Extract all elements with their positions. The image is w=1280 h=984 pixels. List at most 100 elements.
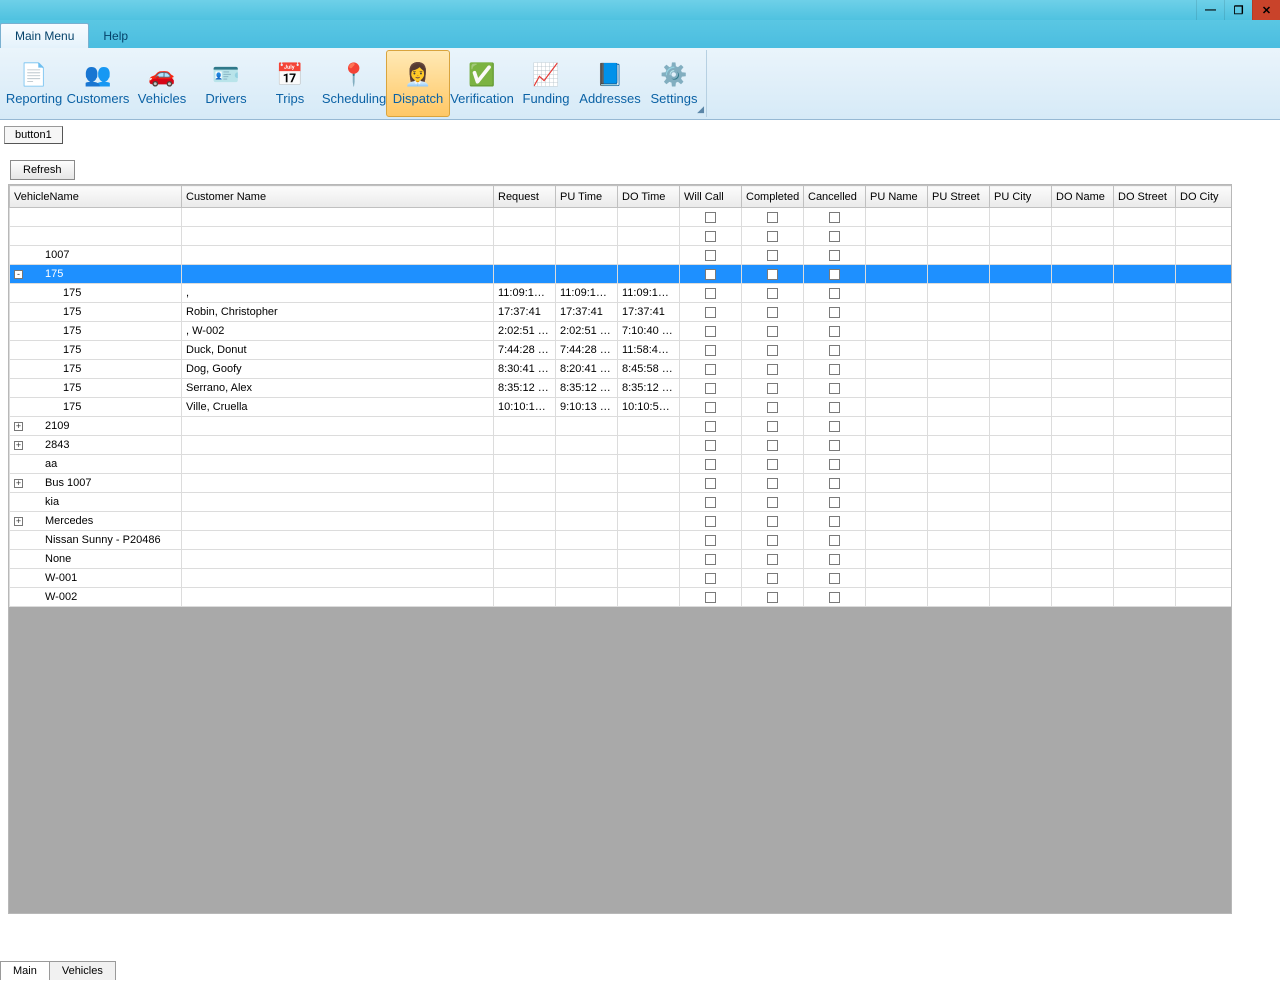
checkbox[interactable] <box>767 288 778 299</box>
ribbon-funding-button[interactable]: 📈Funding <box>514 50 578 117</box>
checkbox[interactable] <box>767 383 778 394</box>
table-row[interactable]: 175Serrano, Alex8:35:12 PM8:35:12 PM8:35… <box>10 379 1233 398</box>
checkbox[interactable] <box>829 554 840 565</box>
table-row[interactable]: Nissan Sunny - P20486 <box>10 531 1233 550</box>
refresh-button[interactable]: Refresh <box>10 160 75 180</box>
checkbox[interactable] <box>829 231 840 242</box>
checkbox[interactable] <box>705 592 716 603</box>
table-row[interactable]: aa <box>10 455 1233 474</box>
col-header[interactable]: Completed <box>742 186 804 208</box>
checkbox[interactable] <box>829 326 840 337</box>
checkbox[interactable] <box>767 478 778 489</box>
checkbox[interactable] <box>829 459 840 470</box>
ribbon-drivers-button[interactable]: 🪪Drivers <box>194 50 258 117</box>
checkbox[interactable] <box>705 573 716 584</box>
checkbox[interactable] <box>705 307 716 318</box>
checkbox[interactable] <box>829 345 840 356</box>
table-row[interactable]: +2109 <box>10 417 1233 436</box>
table-row[interactable]: 1007 <box>10 246 1233 265</box>
checkbox[interactable] <box>767 573 778 584</box>
checkbox[interactable] <box>829 269 840 280</box>
checkbox[interactable] <box>767 497 778 508</box>
checkbox[interactable] <box>705 288 716 299</box>
ribbon-addresses-button[interactable]: 📘Addresses <box>578 50 642 117</box>
checkbox[interactable] <box>705 459 716 470</box>
checkbox[interactable] <box>705 402 716 413</box>
col-header[interactable]: DO City <box>1176 186 1233 208</box>
checkbox[interactable] <box>705 497 716 508</box>
checkbox[interactable] <box>767 326 778 337</box>
checkbox[interactable] <box>705 516 716 527</box>
col-header[interactable]: PU Street <box>928 186 990 208</box>
checkbox[interactable] <box>829 497 840 508</box>
checkbox[interactable] <box>829 402 840 413</box>
table-row[interactable]: 175, W-0022:02:51 PM2:02:51 PM7:10:40 PM <box>10 322 1233 341</box>
ribbon-reporting-button[interactable]: 📄Reporting <box>2 50 66 117</box>
checkbox[interactable] <box>705 326 716 337</box>
col-header[interactable]: PU Name <box>866 186 928 208</box>
tab-help[interactable]: Help <box>89 24 142 48</box>
table-row[interactable]: 175Duck, Donut7:44:28 PM7:44:28 PM11:58:… <box>10 341 1233 360</box>
col-header[interactable]: Request <box>494 186 556 208</box>
expand-icon[interactable]: + <box>14 479 23 488</box>
checkbox[interactable] <box>767 440 778 451</box>
restore-button[interactable]: ❐ <box>1224 0 1252 20</box>
checkbox[interactable] <box>829 383 840 394</box>
col-header[interactable]: DO Street <box>1114 186 1176 208</box>
dispatch-grid[interactable]: VehicleNameCustomer NameRequestPU TimeDO… <box>8 184 1232 914</box>
expand-icon[interactable]: + <box>14 517 23 526</box>
checkbox[interactable] <box>767 421 778 432</box>
button1[interactable]: button1 <box>4 126 63 144</box>
minimize-button[interactable]: — <box>1196 0 1224 20</box>
table-row[interactable]: +Mercedes <box>10 512 1233 531</box>
checkbox[interactable] <box>767 364 778 375</box>
col-header[interactable]: PU Time <box>556 186 618 208</box>
checkbox[interactable] <box>829 516 840 527</box>
col-header[interactable]: Customer Name <box>182 186 494 208</box>
table-row[interactable]: -175 <box>10 265 1233 284</box>
table-row[interactable]: +Bus 1007 <box>10 474 1233 493</box>
table-row[interactable] <box>10 227 1233 246</box>
checkbox[interactable] <box>829 440 840 451</box>
bottom-tab-vehicles[interactable]: Vehicles <box>49 961 116 980</box>
checkbox[interactable] <box>829 250 840 261</box>
checkbox[interactable] <box>767 231 778 242</box>
checkbox[interactable] <box>705 231 716 242</box>
checkbox[interactable] <box>705 250 716 261</box>
col-header[interactable]: DO Time <box>618 186 680 208</box>
table-row[interactable]: W-001 <box>10 569 1233 588</box>
checkbox[interactable] <box>705 212 716 223</box>
checkbox[interactable] <box>767 345 778 356</box>
bottom-tab-main[interactable]: Main <box>0 961 50 980</box>
checkbox[interactable] <box>767 269 778 280</box>
checkbox[interactable] <box>829 421 840 432</box>
checkbox[interactable] <box>829 592 840 603</box>
checkbox[interactable] <box>829 535 840 546</box>
ribbon-dispatch-button[interactable]: 👩‍💼Dispatch <box>386 50 450 117</box>
table-row[interactable]: W-002 <box>10 588 1233 607</box>
col-header[interactable]: PU City <box>990 186 1052 208</box>
table-row[interactable]: 175Ville, Cruella10:10:13 ...9:10:13 PM1… <box>10 398 1233 417</box>
close-button[interactable]: ✕ <box>1252 0 1280 20</box>
table-row[interactable] <box>10 208 1233 227</box>
ribbon-launcher-icon[interactable]: ◢ <box>697 104 704 115</box>
table-row[interactable]: 175Dog, Goofy8:30:41 PM8:20:41 PM8:45:58… <box>10 360 1233 379</box>
checkbox[interactable] <box>705 345 716 356</box>
checkbox[interactable] <box>705 554 716 565</box>
checkbox[interactable] <box>705 269 716 280</box>
ribbon-verification-button[interactable]: ✅Verification <box>450 50 514 117</box>
checkbox[interactable] <box>705 364 716 375</box>
checkbox[interactable] <box>767 402 778 413</box>
checkbox[interactable] <box>829 288 840 299</box>
checkbox[interactable] <box>705 535 716 546</box>
checkbox[interactable] <box>705 383 716 394</box>
table-row[interactable]: 175Robin, Christopher17:37:4117:37:4117:… <box>10 303 1233 322</box>
ribbon-vehicles-button[interactable]: 🚗Vehicles <box>130 50 194 117</box>
checkbox[interactable] <box>829 364 840 375</box>
checkbox[interactable] <box>767 516 778 527</box>
ribbon-customers-button[interactable]: 👥Customers <box>66 50 130 117</box>
table-row[interactable]: +2843 <box>10 436 1233 455</box>
checkbox[interactable] <box>767 307 778 318</box>
checkbox[interactable] <box>705 478 716 489</box>
expand-icon[interactable]: + <box>14 441 23 450</box>
